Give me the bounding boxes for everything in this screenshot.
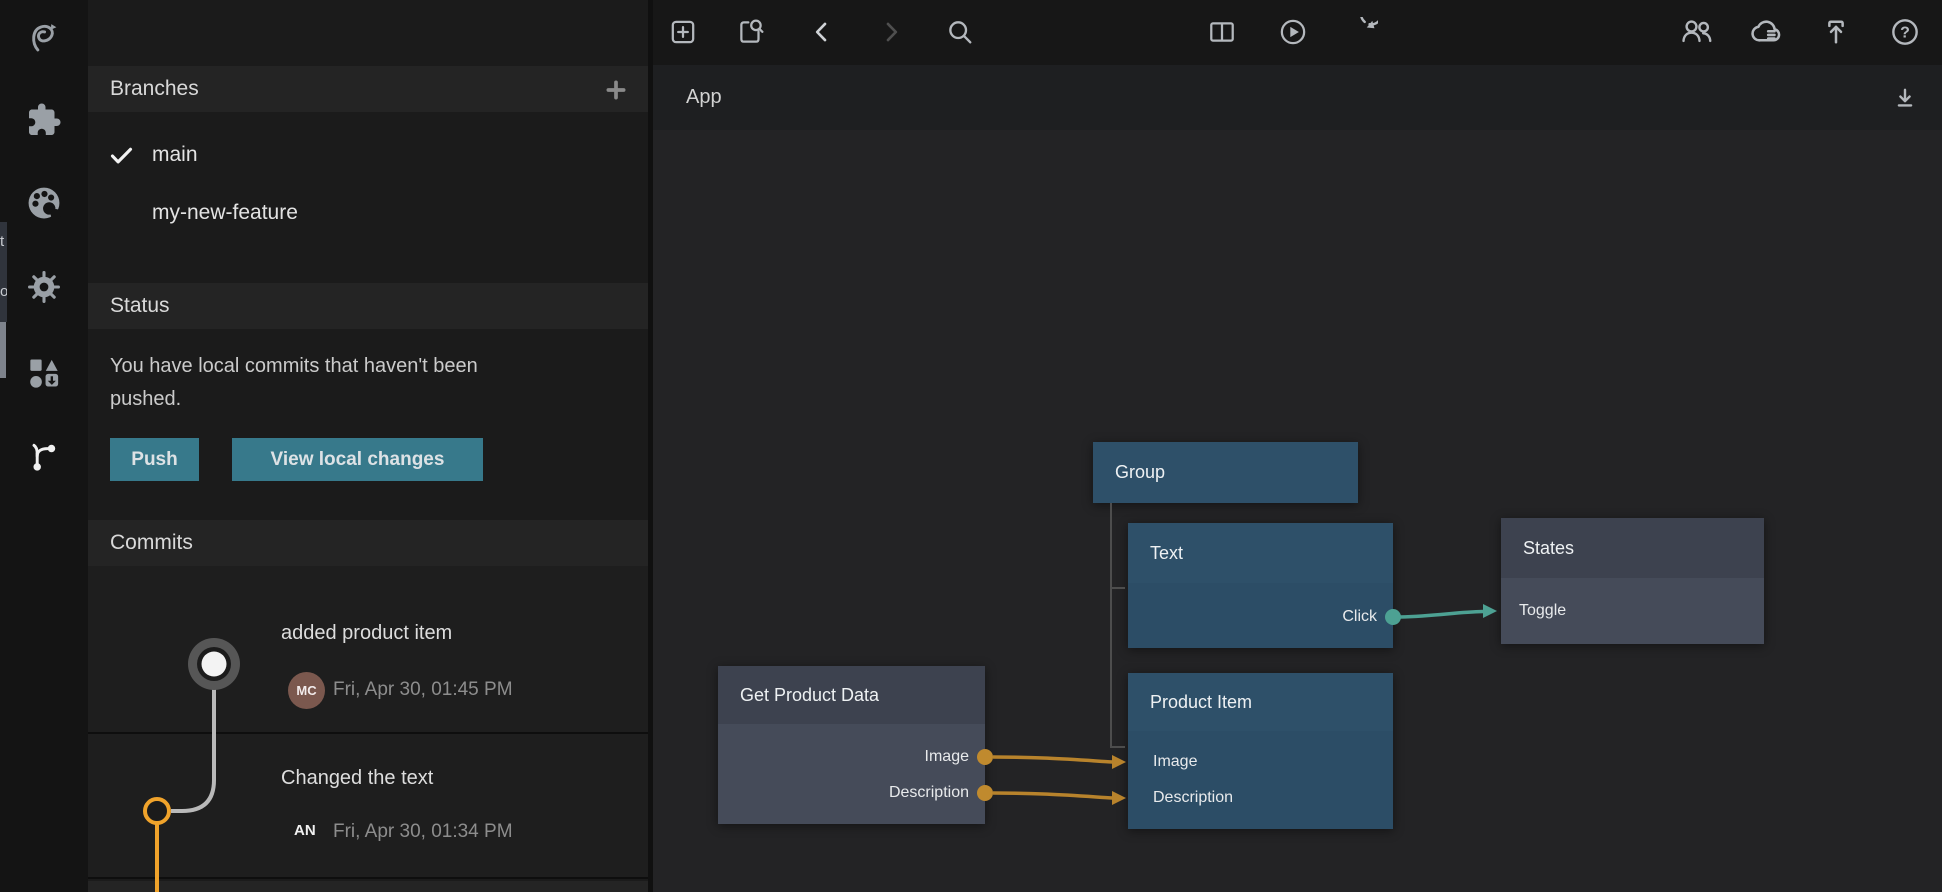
commit-item[interactable]: added product item MC Fri, Apr 30, 01:45… [88, 566, 648, 734]
add-node-icon[interactable] [663, 12, 703, 52]
styles-palette-icon[interactable] [0, 166, 88, 240]
status-section-header: Status [88, 283, 648, 329]
branch-item-my-new-feature[interactable]: my-new-feature [88, 186, 712, 240]
node-title: States [1523, 538, 1574, 559]
forward-icon[interactable] [871, 12, 911, 52]
background-window-peek: t [0, 222, 7, 288]
port-description-input[interactable]: Description [1128, 780, 1393, 816]
components-icon[interactable] [0, 83, 88, 157]
branch-item-main[interactable]: main [88, 128, 648, 182]
node-states[interactable]: States Toggle [1501, 518, 1764, 644]
version-control-panel: Branches main my-new-feature Status You … [88, 0, 648, 892]
collaborators-icon[interactable] [1677, 12, 1717, 52]
panel-canvas-divider [648, 0, 653, 892]
port-description-output[interactable]: Description [718, 775, 985, 811]
breadcrumb-bar: App [653, 65, 1942, 130]
view-local-changes-button[interactable]: View local changes [232, 438, 483, 481]
help-icon[interactable]: ? [1885, 12, 1925, 52]
commit-avatar: AN [294, 822, 316, 839]
cloud-services-icon[interactable] [1746, 12, 1786, 52]
branches-section-header: Branches [88, 66, 648, 112]
commit-item[interactable]: Changed the text AN Fri, Apr 30, 01:34 P… [88, 734, 648, 879]
back-icon[interactable] [802, 12, 842, 52]
svg-text:?: ? [1900, 25, 1910, 42]
deploy-icon[interactable] [1816, 12, 1856, 52]
node-title: Group [1115, 462, 1165, 483]
commit-avatar: MC [288, 672, 325, 709]
status-message: You have local commits that haven't been… [110, 350, 510, 416]
check-icon [88, 142, 152, 169]
branch-name: main [152, 143, 198, 167]
download-icon[interactable] [1888, 81, 1922, 115]
noodl-logo-icon[interactable] [0, 0, 88, 74]
push-button[interactable]: Push [110, 438, 199, 481]
port-image-input[interactable]: Image [1128, 744, 1393, 780]
commit-title: added product item [281, 622, 452, 645]
commit-item-partial[interactable] [88, 881, 648, 892]
commit-title: Changed the text [281, 767, 433, 790]
port-toggle-input[interactable]: Toggle [1501, 593, 1764, 629]
port-image-output[interactable]: Image [718, 739, 985, 775]
canvas-toolbar: ? [653, 0, 1942, 65]
refresh-icon[interactable] [1343, 12, 1383, 52]
background-window-peek [0, 322, 6, 378]
commits-title: Commits [110, 531, 193, 555]
status-title: Status [110, 294, 170, 318]
component-search-icon[interactable] [731, 12, 771, 52]
settings-gear-icon[interactable] [0, 250, 88, 324]
add-branch-button[interactable] [602, 76, 630, 104]
node-product-item[interactable]: Product Item Image Description [1128, 673, 1393, 829]
branch-name: my-new-feature [152, 201, 298, 225]
search-icon[interactable] [940, 12, 980, 52]
background-window-peek: o [0, 282, 7, 322]
activity-rail [0, 0, 88, 892]
commits-section-header: Commits [88, 520, 648, 566]
node-group[interactable]: Group [1093, 442, 1358, 503]
marketplace-import-icon[interactable] [0, 335, 88, 409]
port-click-output[interactable]: Click [1128, 599, 1393, 635]
node-title: Get Product Data [740, 685, 879, 706]
breadcrumb[interactable]: App [686, 65, 722, 130]
node-title: Text [1150, 543, 1183, 564]
version-control-branch-icon[interactable] [0, 419, 88, 493]
commit-date: Fri, Apr 30, 01:34 PM [333, 821, 513, 843]
node-text[interactable]: Text Click [1128, 523, 1393, 648]
noodl-app-window: t o Branches main my-new-feature Status [0, 0, 1942, 892]
node-title: Product Item [1150, 692, 1252, 713]
commit-date: Fri, Apr 30, 01:45 PM [333, 679, 513, 701]
plus-icon [604, 78, 628, 102]
split-view-icon[interactable] [1202, 12, 1242, 52]
node-get-product-data[interactable]: Get Product Data Image Description [718, 666, 985, 824]
branches-title: Branches [110, 77, 199, 101]
preview-play-icon[interactable] [1273, 12, 1313, 52]
